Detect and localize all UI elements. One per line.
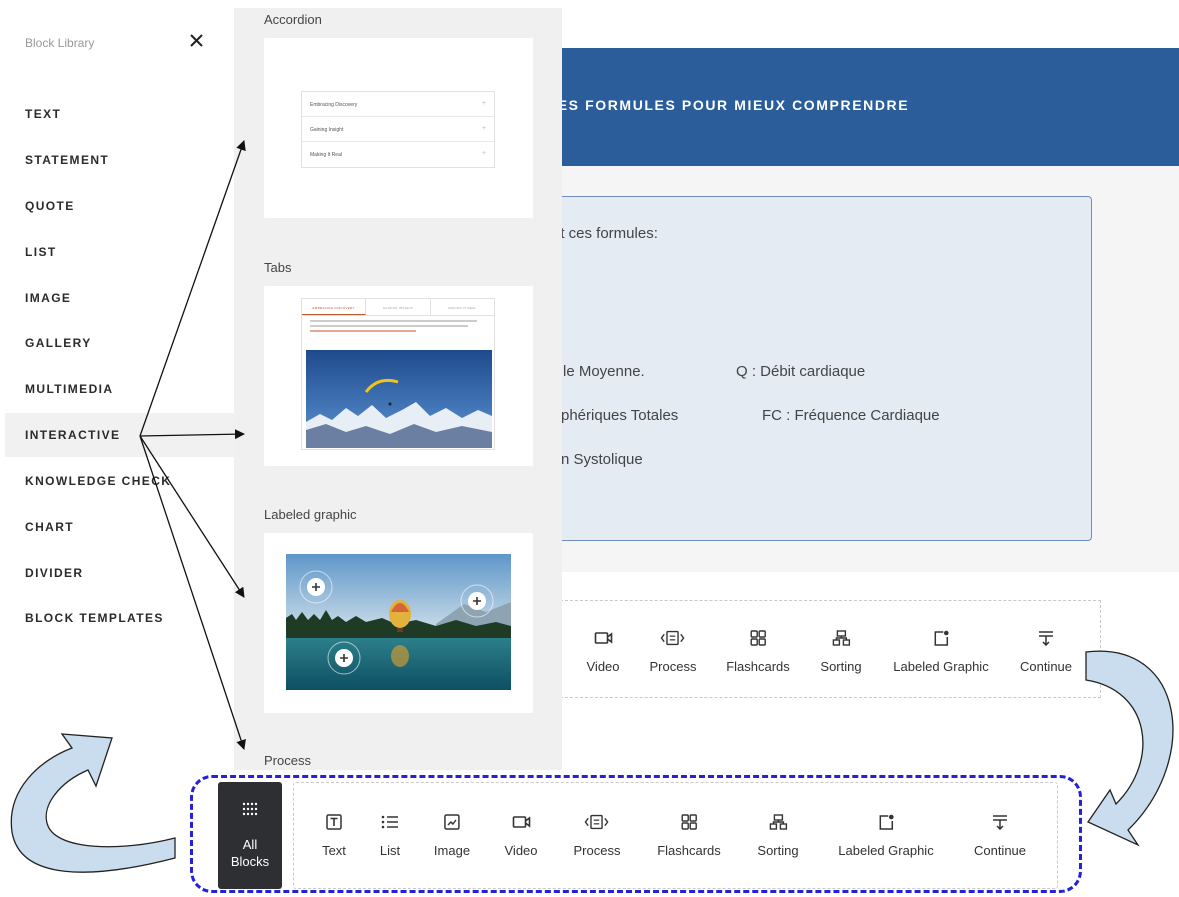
category-interactive[interactable]: INTERACTIVE (25, 428, 120, 442)
tabs-mini: EMBRACING DISCOVERY GAINING INSIGHT MAKI… (301, 298, 495, 450)
category-text[interactable]: TEXT (25, 107, 61, 121)
formula-line: n Systolique (561, 451, 643, 468)
toolbar-label: Video (586, 659, 620, 674)
formula-line: le Moyenne. (563, 363, 645, 380)
category-knowledge-check[interactable]: KNOWLEDGE CHECK (25, 474, 171, 488)
list-icon (378, 811, 402, 833)
labeled-graphic-preview-card[interactable] (264, 533, 533, 713)
labeled-graphic-icon (929, 627, 953, 649)
toolbar-label: Continue (1019, 659, 1073, 674)
category-list[interactable]: LIST (25, 245, 57, 259)
toolbar-process-button[interactable]: Process (573, 811, 621, 858)
tabs-preview-card[interactable]: EMBRACING DISCOVERY GAINING INSIGHT MAKI… (264, 286, 533, 466)
preview-title-labeled-graphic: Labeled graphic (264, 507, 357, 522)
toolbar-label: Flashcards (657, 843, 721, 858)
category-statement[interactable]: STATEMENT (25, 153, 109, 167)
toolbar-label: Continue (973, 843, 1027, 858)
tabs-text-lines (302, 316, 494, 339)
toolbar-label: Labeled Graphic (838, 843, 934, 858)
accordion-mini: Embracing Discovery + Gaining Insight + Ma… (301, 91, 495, 168)
accordion-row: Embracing Discovery + (302, 92, 494, 117)
toolbar-text-button[interactable]: Text (322, 811, 346, 858)
formula-line: Q : Débit cardiaque (736, 363, 866, 380)
block-library-title: Block Library (25, 36, 95, 50)
category-gallery[interactable]: GALLERY (25, 336, 92, 350)
video-icon (509, 811, 533, 833)
accordion-row: Making It Real + (310, 150, 486, 158)
flashcards-icon (746, 627, 770, 649)
category-divider[interactable]: DIVIDER (25, 566, 83, 580)
toolbar-video-button[interactable]: Video (586, 627, 620, 674)
continue-icon (988, 811, 1012, 833)
category-image[interactable]: IMAGE (25, 291, 71, 305)
tabs-bar: EMBRACING DISCOVERY GAINING INSIGHT MAKI… (302, 299, 494, 316)
toolbar-sorting-button[interactable]: Sorting (757, 811, 799, 858)
toolbar-flashcards-button[interactable]: Flashcards (657, 811, 721, 858)
toolbar-label: Image (433, 843, 471, 858)
banner-title: UES FORMULES POUR MIEUX COMPRENDRE (546, 97, 910, 113)
process-icon (661, 627, 685, 649)
formula-intro: rit ces formules: (552, 225, 658, 242)
sorting-icon (829, 627, 853, 649)
grid-icon (242, 802, 258, 816)
category-chart[interactable]: CHART (25, 520, 74, 534)
sorting-icon (766, 811, 790, 833)
toolbar-continue-button[interactable]: Continue (1020, 627, 1072, 674)
flashcards-icon (677, 811, 701, 833)
toolbar-labeled-graphic-button[interactable]: Labeled Graphic (838, 811, 934, 858)
video-icon (591, 627, 615, 649)
paraglider-image (306, 350, 492, 448)
category-multimedia[interactable]: MULTIMEDIA (25, 382, 113, 396)
toolbar-label: Process (649, 659, 697, 674)
close-button[interactable] (184, 28, 208, 52)
toolbar-video-button[interactable]: Video (504, 811, 538, 858)
block-library-sidebar: Block Library TEXT STATEMENT QUOTE LIST … (0, 0, 234, 897)
balloon-lake-image (286, 554, 511, 690)
block-preview-panel: Accordion Embracing Discovery + Gaining I… (234, 8, 562, 770)
toolbar-image-button[interactable]: Image (434, 811, 470, 858)
all-blocks-button[interactable]: All Blocks (218, 782, 282, 889)
category-block-templates[interactable]: BLOCK TEMPLATES (25, 611, 164, 625)
toolbar-list-button[interactable]: List (378, 811, 402, 858)
continue-icon (1034, 627, 1058, 649)
process-icon (585, 811, 609, 833)
accordion-row: Gaining Insight + (302, 117, 494, 142)
block-toolbar-upper: Video Process Flashcards Sorting Labeled… (560, 600, 1101, 698)
all-blocks-label: All Blocks (230, 837, 270, 869)
toolbar-label: List (379, 843, 401, 858)
toolbar-label: Video (504, 843, 538, 858)
toolbar-flashcards-button[interactable]: Flashcards (726, 627, 790, 674)
preview-title-process: Process (264, 753, 311, 768)
formula-line: FC : Fréquence Cardiaque (762, 407, 940, 424)
text-icon (322, 811, 346, 833)
toolbar-labeled-graphic-button[interactable]: Labeled Graphic (893, 627, 989, 674)
preview-title-accordion: Accordion (264, 12, 322, 27)
formula-line: phériques Totales (561, 407, 679, 424)
toolbar-label: Labeled Graphic (893, 659, 989, 674)
toolbar-label: Flashcards (726, 659, 790, 674)
preview-title-tabs: Tabs (264, 260, 292, 275)
toolbar-label: Sorting (757, 843, 799, 858)
close-icon (189, 33, 203, 47)
toolbar-process-button[interactable]: Process (649, 627, 697, 674)
labeled-graphic-icon (874, 811, 898, 833)
category-quote[interactable]: QUOTE (25, 199, 75, 213)
toolbar-continue-button[interactable]: Continue (974, 811, 1026, 858)
image-icon (440, 811, 464, 833)
toolbar-label: Sorting (820, 659, 862, 674)
toolbar-label: Text (322, 843, 346, 858)
accordion-preview-card[interactable]: Embracing Discovery + Gaining Insight + Ma… (264, 38, 533, 218)
block-toolbar-lower: Text List Image Video Process Flashcards (293, 782, 1058, 889)
toolbar-label: Process (573, 843, 621, 858)
toolbar-sorting-button[interactable]: Sorting (820, 627, 862, 674)
